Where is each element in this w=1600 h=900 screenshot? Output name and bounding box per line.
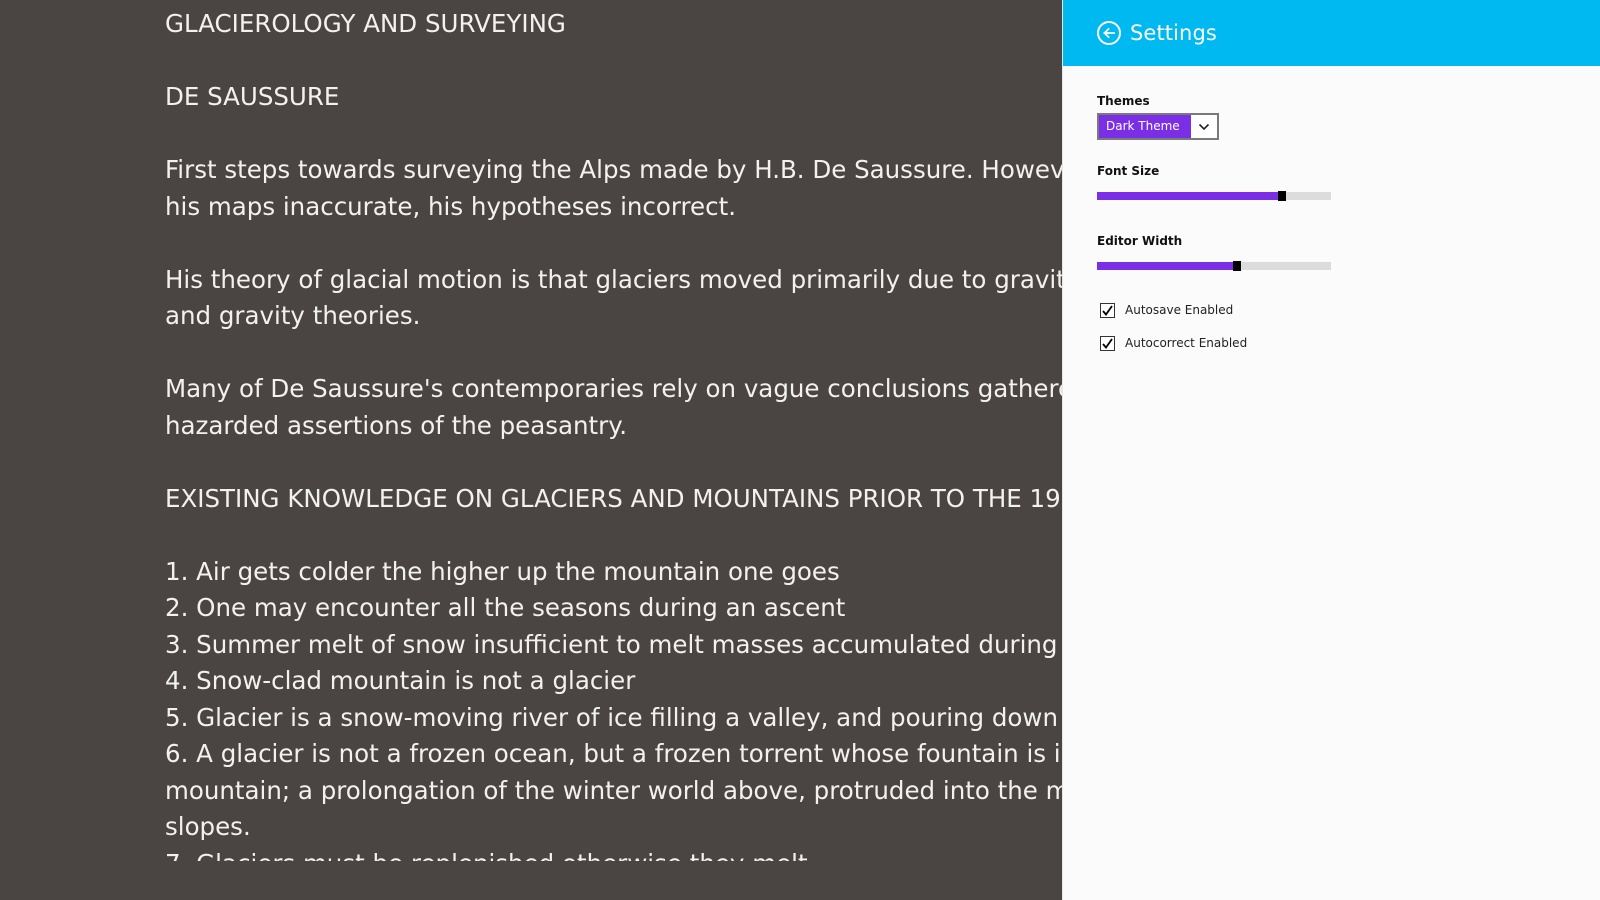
- autosave-checkbox[interactable]: [1100, 302, 1115, 318]
- knowledge-list: 1. Air gets colder the higher up the mou…: [165, 554, 1062, 862]
- editor-width-slider[interactable]: [1097, 261, 1331, 271]
- section-heading: EXISTING KNOWLEDGE ON GLACIERS AND MOUNT…: [165, 483, 1061, 513]
- list-item: 7. Glaciers must be replenished otherwis…: [165, 846, 1062, 862]
- list-item-continuation: slopes.: [165, 812, 251, 841]
- list-item: 6. A glacier is not a frozen ocean, but …: [165, 739, 1062, 768]
- document-text-area[interactable]: GLACIEROLOGY AND SURVEYING DE SAUSSURE F…: [165, 6, 1062, 861]
- paragraph-line: and gravity theories.: [165, 301, 421, 330]
- paragraph-line: hazarded assertions of the peasantry.: [165, 410, 628, 440]
- paragraph-contemporaries: Many of De Saussure's contemporaries rel…: [165, 371, 1062, 444]
- autosave-label: Autosave Enabled: [1125, 303, 1234, 317]
- themes-label: Themes: [1097, 94, 1150, 108]
- paragraph-line: First steps towards surveying the Alps m…: [165, 155, 1062, 184]
- list-item-continuation: mountain; a prolongation of the winter w…: [165, 775, 1062, 805]
- list-item: 5. Glacier is a snow-moving river of ice…: [165, 702, 1058, 732]
- editor-width-slider-thumb[interactable]: [1233, 261, 1242, 271]
- themes-selected-value: Dark Theme: [1099, 115, 1191, 138]
- font-size-slider-fill: [1097, 192, 1282, 200]
- editor-pane[interactable]: GLACIEROLOGY AND SURVEYING DE SAUSSURE F…: [0, 0, 1062, 900]
- paragraph-line: Many of De Saussure's contemporaries rel…: [165, 374, 1062, 403]
- autocorrect-row[interactable]: Autocorrect Enabled: [1097, 333, 1397, 353]
- settings-flyout: Settings Themes Dark Theme Font Size Edi…: [1062, 0, 1600, 900]
- paragraph-surveying: First steps towards surveying the Alps m…: [165, 152, 1062, 225]
- themes-dropdown[interactable]: Dark Theme: [1097, 113, 1219, 140]
- checkmark-icon: [1102, 304, 1113, 316]
- autocorrect-label: Autocorrect Enabled: [1125, 336, 1248, 350]
- document-subheading: DE SAUSSURE: [165, 82, 340, 111]
- paragraph-line: His theory of glacial motion is that gla…: [165, 264, 1062, 294]
- list-item: 1. Air gets colder the higher up the mou…: [165, 556, 840, 586]
- chevron-down-icon: [1191, 115, 1217, 138]
- list-item: 4. Snow-clad mountain is not a glacier: [165, 666, 636, 695]
- document-heading: GLACIEROLOGY AND SURVEYING: [165, 9, 566, 38]
- paragraph-line: his maps inaccurate, his hypotheses inco…: [165, 191, 736, 221]
- autosave-row[interactable]: Autosave Enabled: [1097, 300, 1397, 320]
- settings-body: Themes Dark Theme Font Size Editor Width: [1097, 94, 1397, 353]
- editor-width-label: Editor Width: [1097, 234, 1183, 248]
- font-size-label: Font Size: [1097, 164, 1160, 178]
- back-button[interactable]: [1097, 21, 1121, 45]
- settings-title: Settings: [1130, 21, 1217, 45]
- font-size-slider-thumb[interactable]: [1277, 191, 1286, 201]
- list-item: 2. One may encounter all the seasons dur…: [165, 593, 846, 622]
- paragraph-glacial-motion: His theory of glacial motion is that gla…: [165, 262, 1062, 335]
- back-arrow-icon: [1103, 27, 1115, 39]
- autocorrect-checkbox[interactable]: [1100, 335, 1115, 351]
- checkmark-icon: [1102, 337, 1113, 349]
- font-size-slider[interactable]: [1097, 191, 1331, 201]
- editor-width-slider-fill: [1097, 262, 1238, 270]
- list-item: 3. Summer melt of snow insufficient to m…: [165, 629, 1062, 659]
- settings-header: Settings: [1063, 0, 1600, 66]
